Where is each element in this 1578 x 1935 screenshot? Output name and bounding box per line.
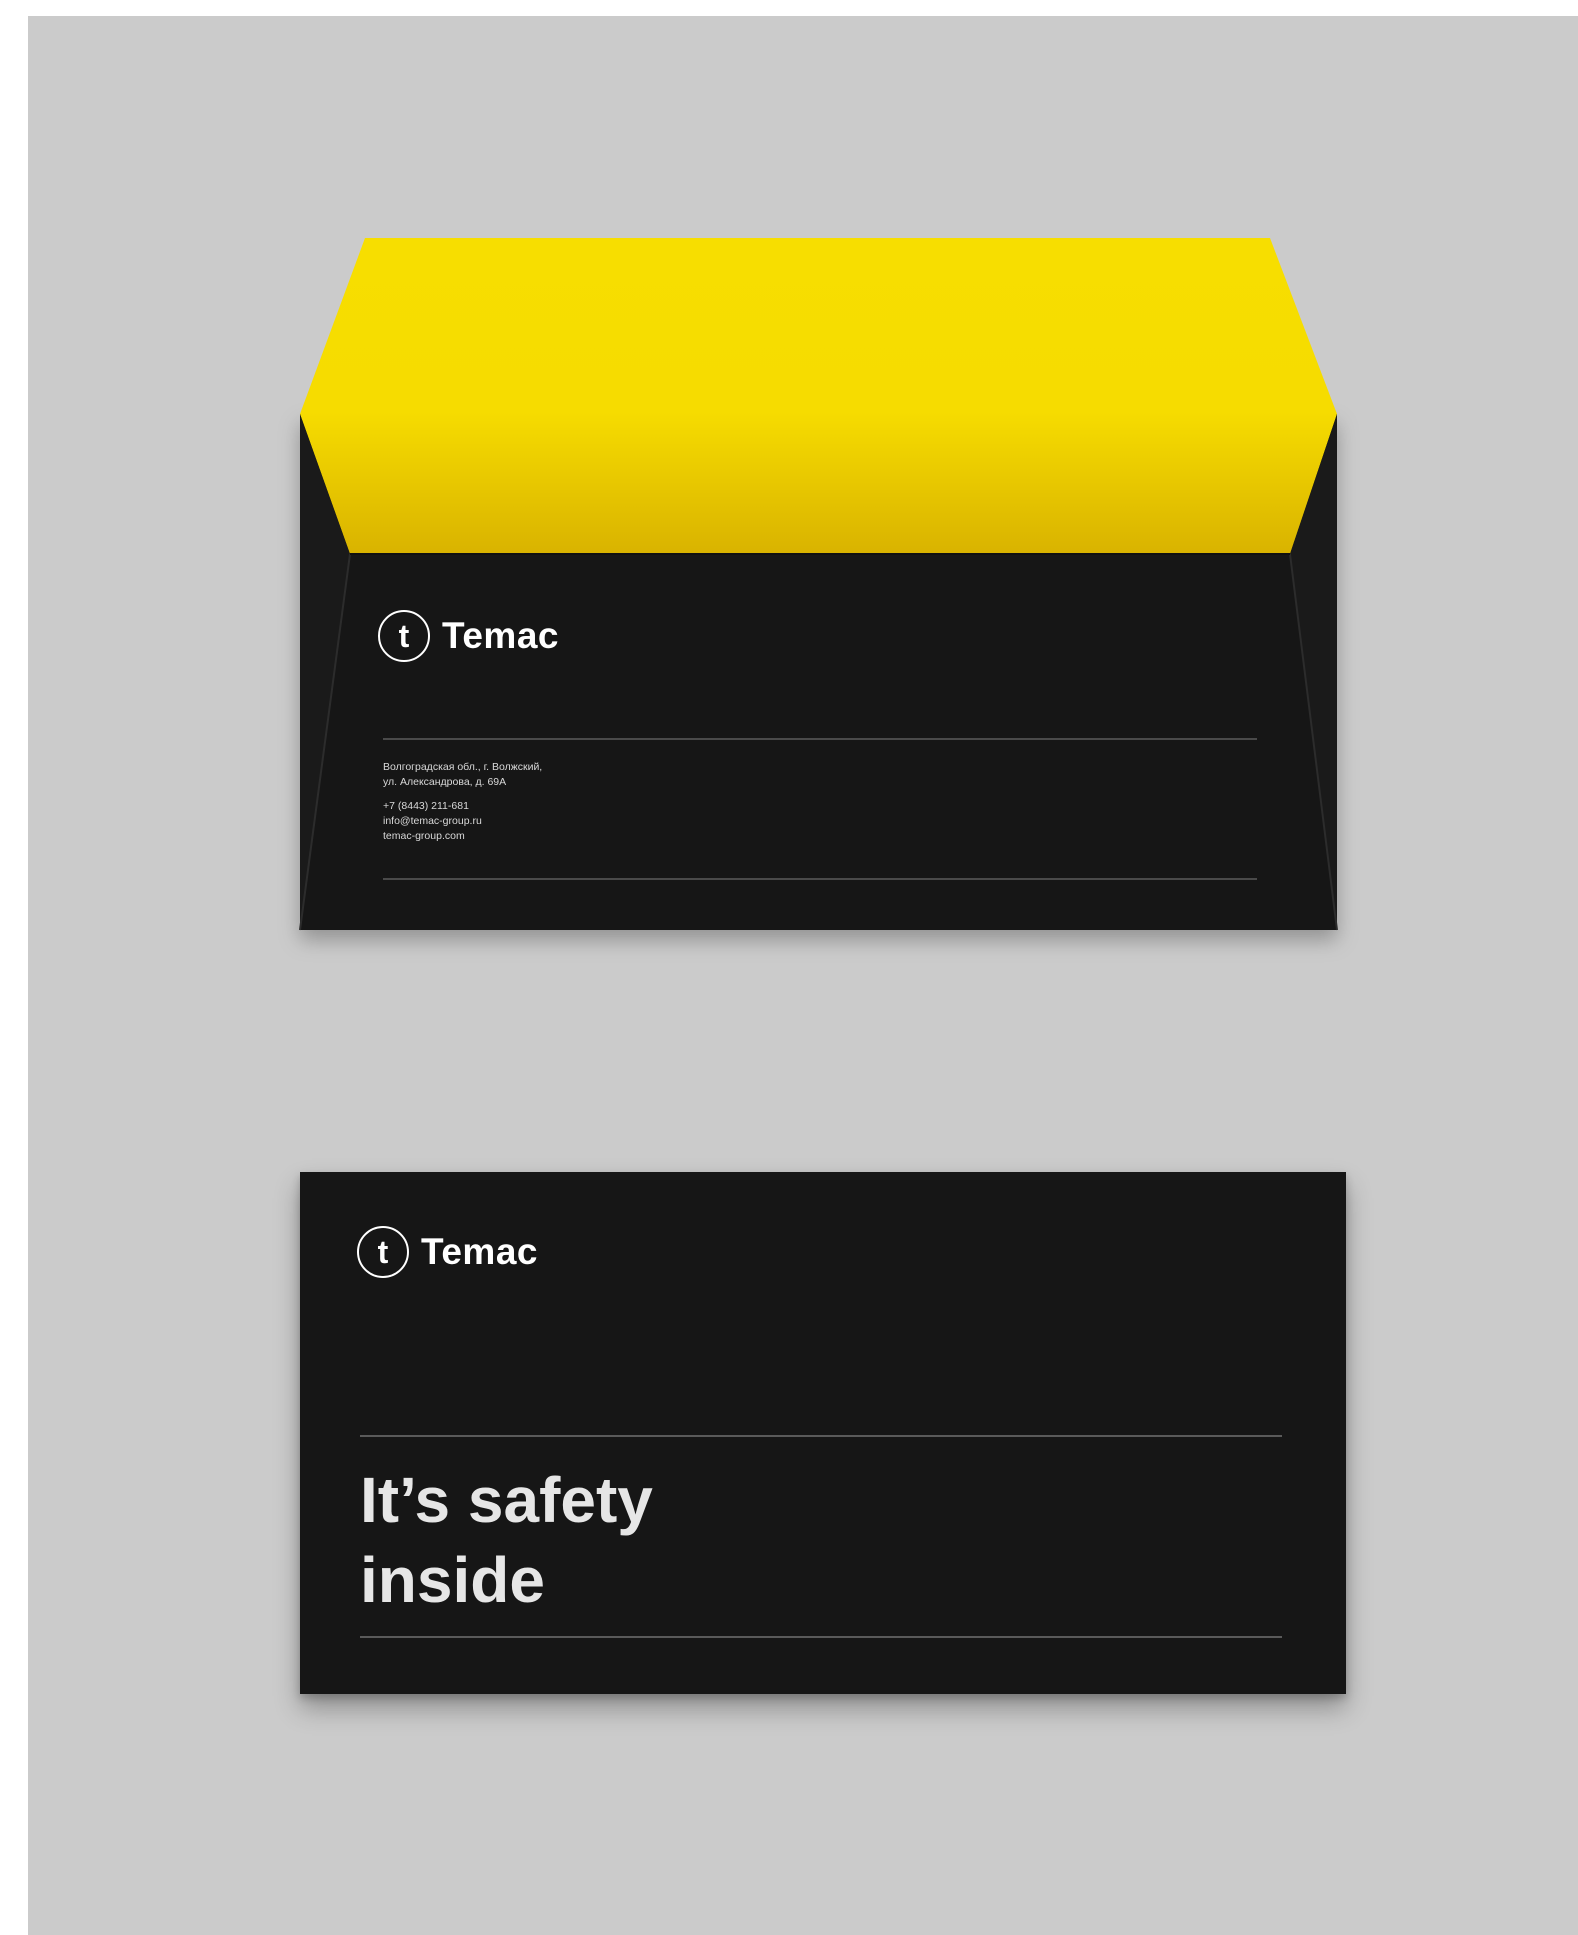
- logo-mark-icon: t: [357, 1226, 409, 1278]
- brand-name: Temac: [442, 615, 559, 656]
- address-line-1: Волгоградская обл., г. Волжский,: [383, 761, 543, 773]
- brand-logo: t Temac: [378, 610, 559, 662]
- divider-top: [360, 1435, 1282, 1437]
- phone: +7 (8443) 211-681: [383, 800, 469, 812]
- contact-block: Волгоградская обл., г. Волжский, ул. Але…: [383, 760, 542, 844]
- address-line-2: ул. Александрова, д. 69А: [383, 776, 507, 788]
- divider-bottom: [360, 1636, 1282, 1638]
- envelope-front: t Temac It’s safety inside: [300, 1172, 1346, 1694]
- brand-name: Temac: [421, 1231, 538, 1272]
- email: info@temac-group.ru: [383, 815, 482, 827]
- slogan-line-1: It’s safety: [360, 1464, 653, 1536]
- website: temac-group.com: [383, 830, 465, 842]
- slogan-line-2: inside: [360, 1544, 545, 1616]
- logo-mark-icon: t: [378, 610, 430, 662]
- divider-top: [383, 738, 1257, 740]
- brand-logo: t Temac: [357, 1226, 538, 1278]
- divider-bottom: [383, 878, 1257, 880]
- envelope-back: t Temac Волгоградская обл., г. Волжский,…: [299, 238, 1338, 931]
- slogan: It’s safety inside: [360, 1460, 653, 1620]
